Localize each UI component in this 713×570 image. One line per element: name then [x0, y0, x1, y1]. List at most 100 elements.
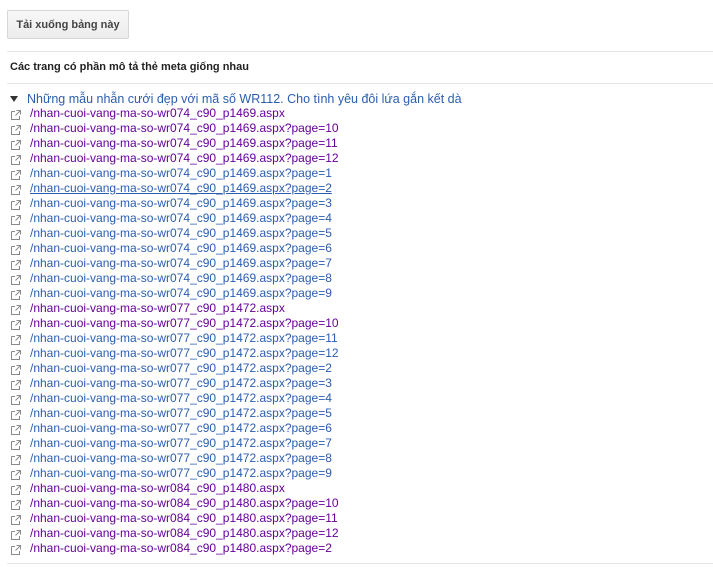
- url-row: /nhan-cuoi-vang-ma-so-wr074_c90_p1469.as…: [10, 166, 339, 181]
- external-link-icon[interactable]: [10, 168, 25, 180]
- url-link[interactable]: /nhan-cuoi-vang-ma-so-wr077_c90_p1472.as…: [30, 406, 332, 421]
- url-link[interactable]: /nhan-cuoi-vang-ma-so-wr077_c90_p1472.as…: [30, 376, 332, 391]
- url-link[interactable]: /nhan-cuoi-vang-ma-so-wr084_c90_p1480.as…: [30, 481, 285, 496]
- url-link[interactable]: /nhan-cuoi-vang-ma-so-wr074_c90_p1469.as…: [30, 106, 285, 121]
- external-link-icon[interactable]: [10, 213, 25, 225]
- url-link[interactable]: /nhan-cuoi-vang-ma-so-wr074_c90_p1469.as…: [30, 271, 332, 286]
- url-link[interactable]: /nhan-cuoi-vang-ma-so-wr077_c90_p1472.as…: [30, 361, 332, 376]
- duplicate-url-list: /nhan-cuoi-vang-ma-so-wr074_c90_p1469.as…: [10, 106, 339, 556]
- url-row: /nhan-cuoi-vang-ma-so-wr084_c90_p1480.as…: [10, 526, 339, 541]
- external-link-icon[interactable]: [10, 408, 25, 420]
- section-heading: Các trang có phần mô tả thẻ meta giống n…: [10, 61, 249, 73]
- url-link[interactable]: /nhan-cuoi-vang-ma-so-wr084_c90_p1480.as…: [30, 541, 332, 556]
- url-link[interactable]: /nhan-cuoi-vang-ma-so-wr077_c90_p1472.as…: [30, 316, 339, 331]
- url-row: /nhan-cuoi-vang-ma-so-wr074_c90_p1469.as…: [10, 121, 339, 136]
- external-link-icon[interactable]: [10, 273, 25, 285]
- external-link-icon[interactable]: [10, 348, 25, 360]
- url-row: /nhan-cuoi-vang-ma-so-wr084_c90_p1480.as…: [10, 511, 339, 526]
- expand-triangle-icon[interactable]: [10, 96, 18, 102]
- url-link[interactable]: /nhan-cuoi-vang-ma-so-wr077_c90_p1472.as…: [30, 346, 339, 361]
- url-row: /nhan-cuoi-vang-ma-so-wr077_c90_p1472.as…: [10, 346, 339, 361]
- external-link-icon[interactable]: [10, 288, 25, 300]
- external-link-icon[interactable]: [10, 318, 25, 330]
- url-row: /nhan-cuoi-vang-ma-so-wr084_c90_p1480.as…: [10, 541, 339, 556]
- url-row: /nhan-cuoi-vang-ma-so-wr084_c90_p1480.as…: [10, 496, 339, 511]
- url-link[interactable]: /nhan-cuoi-vang-ma-so-wr074_c90_p1469.as…: [30, 196, 332, 211]
- url-row: /nhan-cuoi-vang-ma-so-wr074_c90_p1469.as…: [10, 106, 339, 121]
- external-link-icon[interactable]: [10, 303, 25, 315]
- url-row: /nhan-cuoi-vang-ma-so-wr074_c90_p1469.as…: [10, 136, 339, 151]
- external-link-icon[interactable]: [10, 258, 25, 270]
- url-link[interactable]: /nhan-cuoi-vang-ma-so-wr074_c90_p1469.as…: [30, 136, 338, 151]
- external-link-icon[interactable]: [10, 393, 25, 405]
- meta-description-report: Tải xuống bảng này Các trang có phần mô …: [0, 0, 713, 570]
- external-link-icon[interactable]: [10, 513, 25, 525]
- url-row: /nhan-cuoi-vang-ma-so-wr077_c90_p1472.as…: [10, 376, 339, 391]
- url-row: /nhan-cuoi-vang-ma-so-wr074_c90_p1469.as…: [10, 181, 339, 196]
- url-row: /nhan-cuoi-vang-ma-so-wr074_c90_p1469.as…: [10, 241, 339, 256]
- external-link-icon[interactable]: [10, 183, 25, 195]
- url-row: /nhan-cuoi-vang-ma-so-wr077_c90_p1472.as…: [10, 361, 339, 376]
- url-link[interactable]: /nhan-cuoi-vang-ma-so-wr074_c90_p1469.as…: [30, 241, 332, 256]
- url-link[interactable]: /nhan-cuoi-vang-ma-so-wr074_c90_p1469.as…: [30, 226, 332, 241]
- url-link[interactable]: /nhan-cuoi-vang-ma-so-wr077_c90_p1472.as…: [30, 301, 285, 316]
- external-link-icon[interactable]: [10, 363, 25, 375]
- url-row: /nhan-cuoi-vang-ma-so-wr077_c90_p1472.as…: [10, 451, 339, 466]
- external-link-icon[interactable]: [10, 528, 25, 540]
- url-link[interactable]: /nhan-cuoi-vang-ma-so-wr077_c90_p1472.as…: [30, 391, 332, 406]
- url-link[interactable]: /nhan-cuoi-vang-ma-so-wr074_c90_p1469.as…: [30, 166, 332, 181]
- url-link[interactable]: /nhan-cuoi-vang-ma-so-wr074_c90_p1469.as…: [30, 256, 332, 271]
- external-link-icon[interactable]: [10, 198, 25, 210]
- url-link[interactable]: /nhan-cuoi-vang-ma-so-wr074_c90_p1469.as…: [30, 181, 332, 196]
- url-link[interactable]: /nhan-cuoi-vang-ma-so-wr074_c90_p1469.as…: [30, 286, 332, 301]
- url-link[interactable]: /nhan-cuoi-vang-ma-so-wr084_c90_p1480.as…: [30, 511, 338, 526]
- url-row: /nhan-cuoi-vang-ma-so-wr077_c90_p1472.as…: [10, 316, 339, 331]
- external-link-icon[interactable]: [10, 243, 25, 255]
- url-row: /nhan-cuoi-vang-ma-so-wr084_c90_p1480.as…: [10, 481, 339, 496]
- url-link[interactable]: /nhan-cuoi-vang-ma-so-wr077_c90_p1472.as…: [30, 451, 332, 466]
- url-link[interactable]: /nhan-cuoi-vang-ma-so-wr074_c90_p1469.as…: [30, 151, 339, 166]
- divider: [7, 83, 713, 84]
- external-link-icon[interactable]: [10, 468, 25, 480]
- divider: [7, 563, 713, 564]
- url-link[interactable]: /nhan-cuoi-vang-ma-so-wr077_c90_p1472.as…: [30, 331, 338, 346]
- external-link-icon[interactable]: [10, 498, 25, 510]
- url-row: /nhan-cuoi-vang-ma-so-wr077_c90_p1472.as…: [10, 406, 339, 421]
- external-link-icon[interactable]: [10, 423, 25, 435]
- url-row: /nhan-cuoi-vang-ma-so-wr077_c90_p1472.as…: [10, 466, 339, 481]
- duplicate-group-header[interactable]: Những mẫu nhẫn cưới đẹp với mã số WR112.…: [10, 91, 462, 106]
- divider: [7, 51, 713, 52]
- url-link[interactable]: /nhan-cuoi-vang-ma-so-wr077_c90_p1472.as…: [30, 436, 332, 451]
- url-row: /nhan-cuoi-vang-ma-so-wr077_c90_p1472.as…: [10, 331, 339, 346]
- external-link-icon[interactable]: [10, 453, 25, 465]
- url-link[interactable]: /nhan-cuoi-vang-ma-so-wr084_c90_p1480.as…: [30, 526, 339, 541]
- url-row: /nhan-cuoi-vang-ma-so-wr074_c90_p1469.as…: [10, 286, 339, 301]
- external-link-icon[interactable]: [10, 108, 25, 120]
- external-link-icon[interactable]: [10, 543, 25, 555]
- external-link-icon[interactable]: [10, 138, 25, 150]
- url-link[interactable]: /nhan-cuoi-vang-ma-so-wr077_c90_p1472.as…: [30, 466, 332, 481]
- external-link-icon[interactable]: [10, 333, 25, 345]
- url-row: /nhan-cuoi-vang-ma-so-wr074_c90_p1469.as…: [10, 211, 339, 226]
- external-link-icon[interactable]: [10, 438, 25, 450]
- external-link-icon[interactable]: [10, 123, 25, 135]
- url-row: /nhan-cuoi-vang-ma-so-wr077_c90_p1472.as…: [10, 436, 339, 451]
- url-link[interactable]: /nhan-cuoi-vang-ma-so-wr077_c90_p1472.as…: [30, 421, 332, 436]
- url-row: /nhan-cuoi-vang-ma-so-wr077_c90_p1472.as…: [10, 391, 339, 406]
- url-row: /nhan-cuoi-vang-ma-so-wr074_c90_p1469.as…: [10, 271, 339, 286]
- external-link-icon[interactable]: [10, 228, 25, 240]
- url-row: /nhan-cuoi-vang-ma-so-wr074_c90_p1469.as…: [10, 196, 339, 211]
- url-link[interactable]: /nhan-cuoi-vang-ma-so-wr084_c90_p1480.as…: [30, 496, 339, 511]
- url-row: /nhan-cuoi-vang-ma-so-wr077_c90_p1472.as…: [10, 421, 339, 436]
- url-row: /nhan-cuoi-vang-ma-so-wr077_c90_p1472.as…: [10, 301, 339, 316]
- url-row: /nhan-cuoi-vang-ma-so-wr074_c90_p1469.as…: [10, 226, 339, 241]
- url-row: /nhan-cuoi-vang-ma-so-wr074_c90_p1469.as…: [10, 256, 339, 271]
- url-link[interactable]: /nhan-cuoi-vang-ma-so-wr074_c90_p1469.as…: [30, 211, 332, 226]
- external-link-icon[interactable]: [10, 483, 25, 495]
- external-link-icon[interactable]: [10, 378, 25, 390]
- duplicate-group-title[interactable]: Những mẫu nhẫn cưới đẹp với mã số WR112.…: [27, 92, 462, 106]
- download-table-button[interactable]: Tải xuống bảng này: [7, 10, 129, 39]
- url-link[interactable]: /nhan-cuoi-vang-ma-so-wr074_c90_p1469.as…: [30, 121, 339, 136]
- url-row: /nhan-cuoi-vang-ma-so-wr074_c90_p1469.as…: [10, 151, 339, 166]
- external-link-icon[interactable]: [10, 153, 25, 165]
